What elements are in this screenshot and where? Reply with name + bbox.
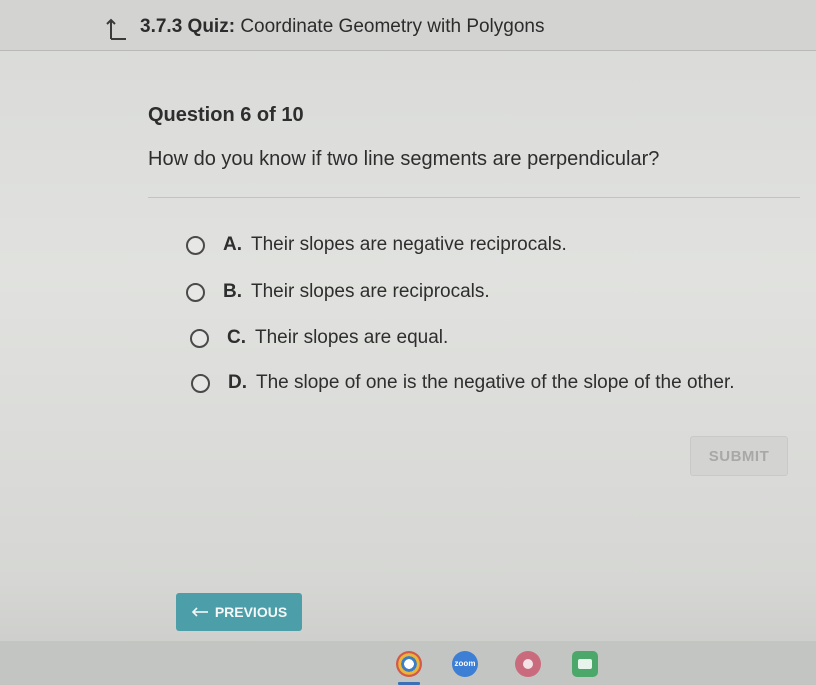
radio-button-d[interactable] <box>191 373 210 393</box>
radio-button-c[interactable] <box>190 328 209 348</box>
option-letter: D. <box>228 372 247 393</box>
option-text: Their slopes are reciprocals. <box>251 281 490 302</box>
option-b[interactable]: B. Their slopes are reciprocals. <box>186 277 490 307</box>
chrome-icon[interactable] <box>396 651 422 677</box>
question-number: Question 6 of 10 <box>148 104 304 126</box>
option-letter: C. <box>227 327 246 348</box>
quiz-name: Coordinate Geometry with Polygons <box>240 16 545 37</box>
option-letter: B. <box>223 281 242 302</box>
arrow-left-icon <box>191 607 208 617</box>
return-up-arrow-icon[interactable] <box>104 17 128 41</box>
taskbar: zoom <box>0 641 816 685</box>
option-text: Their slopes are equal. <box>255 327 449 348</box>
zoom-icon[interactable]: zoom <box>452 651 478 677</box>
quiz-type: Quiz: <box>187 16 236 37</box>
option-d[interactable]: D. The slope of one is the negative of t… <box>191 368 735 398</box>
question-text: How do you know if two line segments are… <box>148 148 660 170</box>
quiz-header: 3.7.3 Quiz: Coordinate Geometry with Pol… <box>0 0 816 51</box>
option-c[interactable]: C. Their slopes are equal. <box>190 323 448 353</box>
previous-label: PREVIOUS <box>214 604 288 620</box>
option-letter: A. <box>223 234 242 255</box>
classroom-icon[interactable] <box>572 651 598 677</box>
quiz-title: 3.7.3 Quiz: Coordinate Geometry with Pol… <box>140 16 544 38</box>
quiz-number: 3.7.3 <box>140 16 183 37</box>
radio-button-a[interactable] <box>186 235 205 255</box>
option-text: Their slopes are negative reciprocals. <box>251 234 567 255</box>
radio-button-b[interactable] <box>186 282 205 302</box>
app-icon[interactable] <box>515 651 541 677</box>
previous-button[interactable]: PREVIOUS <box>176 593 302 631</box>
option-text: The slope of one is the negative of the … <box>256 372 735 393</box>
submit-button[interactable]: SUBMIT <box>690 436 788 476</box>
option-a[interactable]: A. Their slopes are negative reciprocals… <box>186 230 567 260</box>
divider <box>148 197 800 198</box>
